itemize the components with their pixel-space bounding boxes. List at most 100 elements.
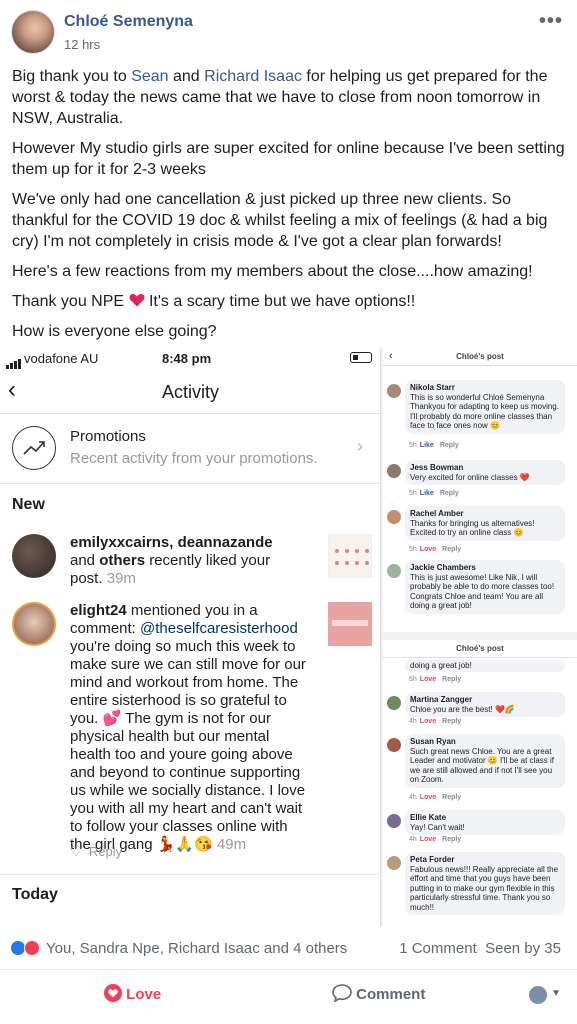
paragraph-2: However My studio girls are super excite…: [12, 140, 565, 178]
heart-icon: [104, 984, 122, 1002]
post-time[interactable]: 12 hrs: [64, 37, 100, 52]
text: Reply: [442, 676, 462, 683]
text: Rachel Amber: [410, 509, 464, 518]
chevron-right-icon: ›: [357, 436, 363, 456]
promotions-subtitle: Recent activity from your promotions.: [70, 450, 318, 467]
action-bar: Love Comment ▼: [0, 970, 577, 1020]
comments-header: Chloé's post: [383, 640, 577, 658]
post-header: Chloé Semenyna 12 hrs •••: [0, 0, 577, 62]
text: Love: [419, 836, 437, 843]
comment-actions: 5h Love Reply: [409, 676, 464, 683]
text: Reply: [442, 836, 462, 843]
fb-comments-screenshot-1: ‹ Chloé's post Nikola Starr This is so won…: [383, 348, 577, 632]
text: Love: [419, 794, 437, 801]
chevron-down-icon[interactable]: ▼: [551, 988, 561, 999]
text: 4h: [409, 718, 417, 725]
text: Very excited for online classes ❤️: [410, 472, 530, 482]
activity-text: emilyxxcairns, deannazande and others re…: [70, 534, 300, 588]
promotions-row: Promotions Recent activity from your pro…: [0, 414, 381, 484]
activity-mention: elight24 mentioned you in a comment: @th…: [12, 602, 372, 854]
avatar: [387, 564, 401, 578]
love-button[interactable]: Love: [104, 984, 161, 1003]
text: Like: [419, 490, 434, 497]
avatar: [387, 464, 401, 478]
avatar: [387, 510, 401, 524]
author-avatar[interactable]: [11, 10, 55, 54]
avatar: [387, 814, 401, 828]
text: It's a scary time but we have options!!: [144, 293, 416, 310]
heart-icon: [128, 294, 145, 307]
text: Big thank you to: [12, 68, 132, 85]
ig-title: Activity: [161, 382, 219, 402]
reaction-names[interactable]: You, Sandra Npe, Richard Isaac and 4 oth…: [46, 940, 347, 957]
mention-richard-isaac[interactable]: Richard Isaac: [204, 68, 302, 85]
carrier: vodafone AU: [24, 351, 99, 366]
post-body: Big thank you to Sean and Richard Isaac …: [12, 66, 568, 351]
love-reaction-icon: [24, 940, 40, 956]
clock: 8:48 pm: [162, 351, 212, 366]
text: Susan Ryan: [410, 737, 456, 746]
fb-comments-screenshot-2: Chloé's post doing a great job! 5h Love Re…: [383, 640, 577, 926]
seen-by[interactable]: Seen by 35: [485, 940, 561, 957]
comments-header: ‹ Chloé's post: [383, 348, 577, 366]
text: Fabulous news!!! Really appreciate all t…: [410, 864, 559, 912]
ig-nav-bar: ‹ Activity: [0, 370, 381, 414]
text: doing a great job!: [410, 661, 472, 670]
paragraph-4: Here's a few reactions from my members a…: [12, 263, 533, 280]
comments-link[interactable]: 1 Comment: [399, 940, 477, 957]
paragraph-1: Big thank you to Sean and Richard Isaac …: [12, 66, 568, 129]
reply-link: ♡ Reply: [70, 844, 123, 859]
paragraph-5: Thank you NPE It's a scary time but we h…: [12, 291, 568, 312]
text: others: [99, 552, 146, 569]
text: Thank you NPE: [12, 293, 125, 310]
activity-likes: emilyxxcairns, deannazande and others re…: [12, 534, 372, 587]
comment-actions: 4h Love Reply: [409, 794, 464, 801]
text: Nikola Starr: [410, 383, 455, 392]
text: Love: [419, 718, 437, 725]
paragraph-3: We've only had one cancellation & just p…: [12, 191, 548, 250]
signal-icon: [6, 354, 22, 369]
post-thumbnail: [328, 534, 372, 578]
avatar: [387, 856, 401, 870]
text: Reply: [439, 442, 459, 449]
divider: [0, 874, 381, 875]
text: and: [168, 68, 205, 85]
text: 5h: [409, 490, 417, 497]
avatar: [387, 738, 401, 752]
audience-avatar[interactable]: [529, 986, 547, 1004]
text: 5h: [409, 442, 417, 449]
text: Jess Bowman: [410, 463, 464, 472]
text: elight24: [70, 602, 127, 619]
text: Reply: [88, 844, 123, 859]
text: Thanks for bringing us alternatives! Exc…: [410, 518, 535, 538]
text: Such great news Chloe. You are a great L…: [410, 746, 554, 785]
text: @theselfcaresisterhood: [140, 620, 298, 637]
mention-sean[interactable]: Sean: [131, 68, 168, 85]
author-name[interactable]: Chloé Semenyna: [64, 13, 193, 31]
text: Reply: [442, 546, 462, 553]
text: Like: [419, 442, 434, 449]
comment-button[interactable]: Comment: [332, 984, 425, 1003]
text: This is so wonderful Chloé Semenyna Than…: [410, 392, 559, 431]
avatar: [12, 602, 56, 646]
comment-seen-count: 1 Comment Seen by 35: [399, 940, 561, 957]
text: 5h: [409, 546, 417, 553]
more-options-icon[interactable]: •••: [539, 10, 563, 33]
text: Yay! Can't wait!: [410, 822, 465, 832]
instagram-screenshot: vodafone AU 8:48 pm ‹ Activity Promotion…: [0, 348, 381, 926]
post-photo[interactable]: vodafone AU 8:48 pm ‹ Activity Promotion…: [0, 348, 577, 926]
text: 39m: [102, 570, 136, 587]
text: 49m: [212, 836, 247, 853]
text: you're doing so much this week to make s…: [70, 638, 306, 853]
text: This is just awesome! Like Nik, I will p…: [410, 572, 555, 611]
comment-actions: 5h Like Reply: [409, 490, 462, 497]
text: 4h: [409, 794, 417, 801]
trending-icon: [12, 426, 56, 470]
comment-actions: 4h Love Reply: [409, 836, 464, 843]
comment-actions: 5h Like Reply: [409, 442, 462, 449]
text: emilyxxcairns, deannazande: [70, 534, 273, 551]
text: Reply: [442, 718, 462, 725]
comment-actions: 5h Love Reply: [409, 546, 464, 553]
post-thumbnail: [328, 602, 372, 646]
activity-text: elight24 mentioned you in a comment: @th…: [70, 602, 310, 854]
